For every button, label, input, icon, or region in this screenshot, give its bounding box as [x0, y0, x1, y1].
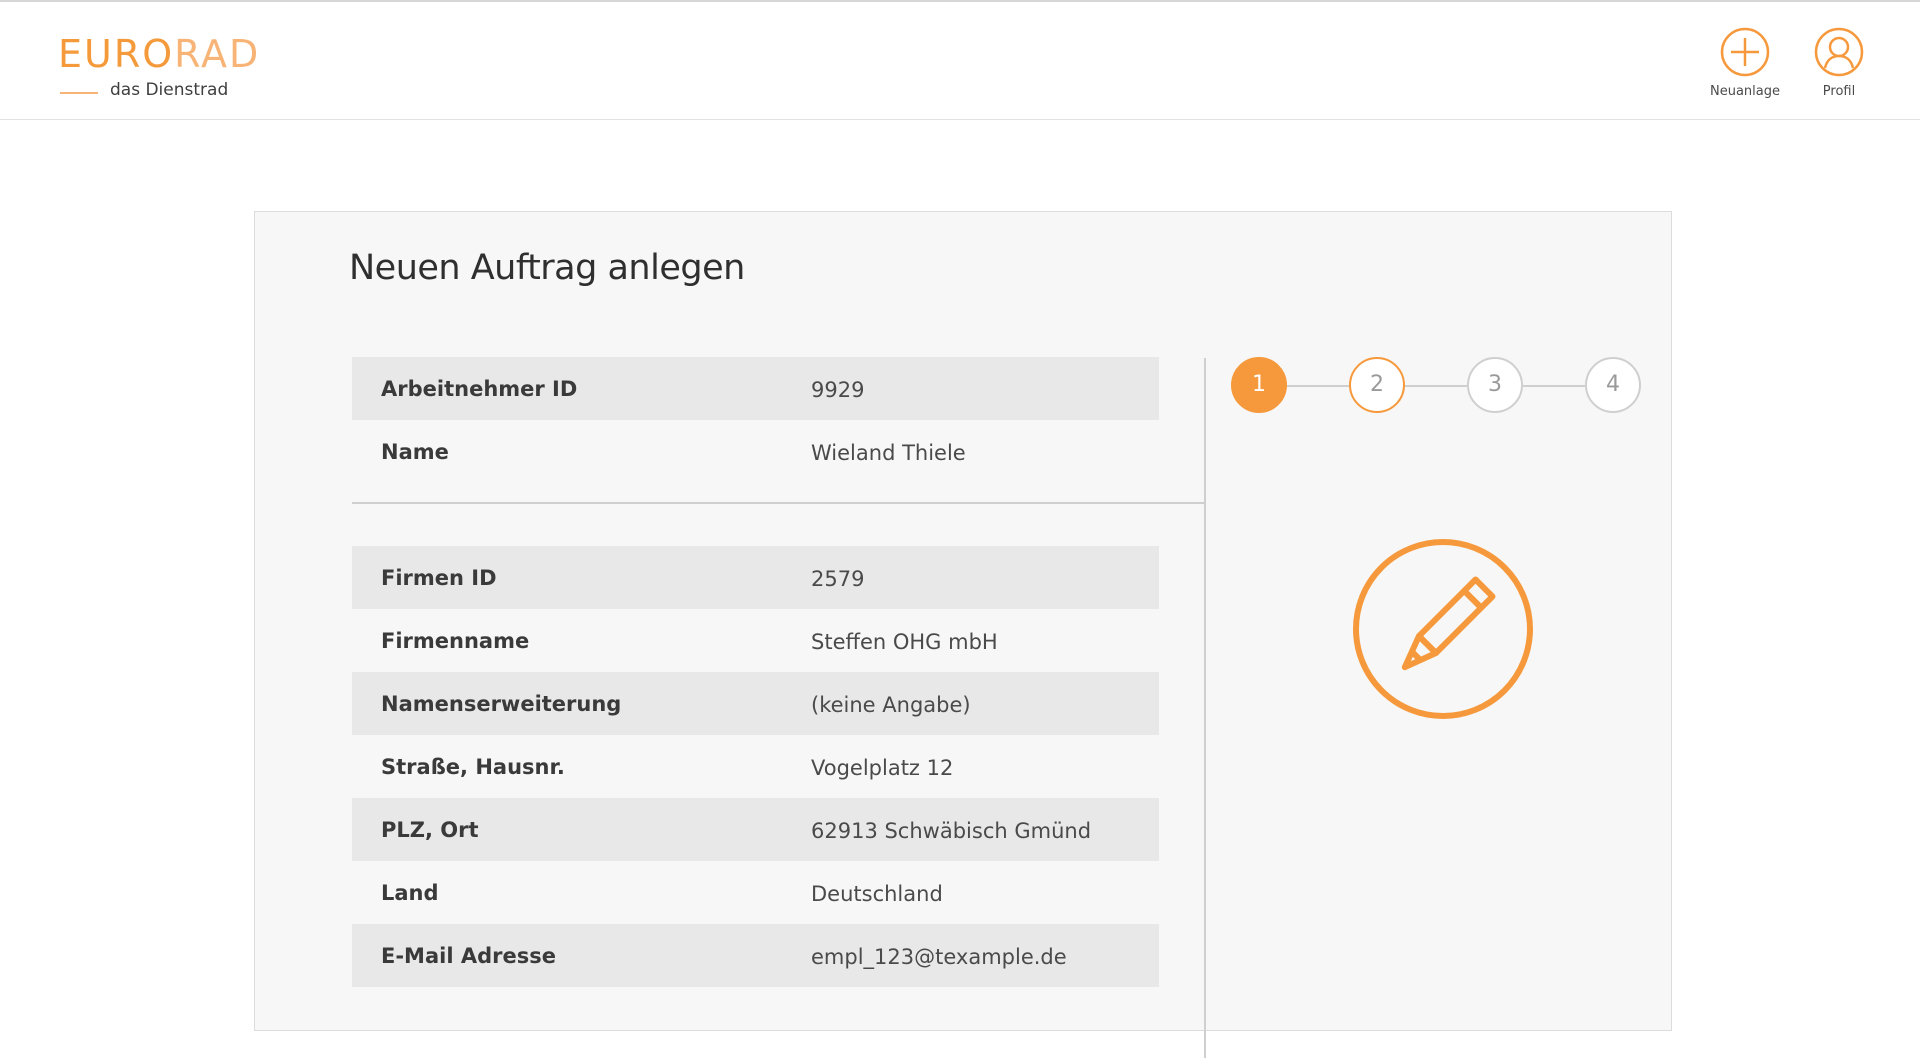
field-value: Deutschland [811, 882, 943, 906]
profil-label: Profil [1822, 84, 1856, 99]
logo-wordmark: EURORAD [58, 32, 260, 76]
field-label: Name [381, 440, 449, 464]
field-label: Arbeitnehmer ID [381, 377, 578, 401]
new-order-card: Neuen Auftrag anlegen Arbeitnehmer ID 99… [254, 211, 1672, 1058]
field-label: Firmen ID [381, 566, 497, 590]
step-3[interactable]: 3 [1467, 357, 1523, 413]
field-value: 2579 [811, 567, 865, 591]
table-row: Firmen ID 2579 [352, 546, 1159, 609]
plus-circle-icon [1720, 27, 1770, 77]
table-row: Arbeitnehmer ID 9929 [352, 357, 1159, 420]
field-value: Vogelplatz 12 [811, 756, 954, 780]
field-label: Namenserweiterung [381, 692, 622, 716]
table-row: Name Wieland Thiele [352, 420, 1159, 483]
field-label: Firmenname [381, 629, 530, 653]
field-label: Land [381, 881, 439, 905]
step-4[interactable]: 4 [1585, 357, 1641, 413]
field-value: empl_123@texample.de [811, 945, 1067, 969]
column-divider [1204, 358, 1206, 1058]
progress-stepper: 1 2 3 4 [1231, 357, 1651, 417]
top-bar: EURORAD das Dienstrad Neuanlage Profil [0, 0, 1920, 120]
table-row: Straße, Hausnr. Vogelplatz 12 [352, 735, 1159, 798]
company-table: Firmen ID 2579 Firmenname Steffen OHG mb… [352, 546, 1159, 987]
logo-wordmark-bold: EURO [58, 32, 175, 76]
profil-button[interactable]: Profil [1784, 26, 1894, 99]
page-title: Neuen Auftrag anlegen [349, 248, 745, 288]
user-circle-icon [1814, 27, 1864, 77]
pencil-edit-icon [1353, 539, 1533, 719]
logo-tagline: das Dienstrad [110, 80, 229, 100]
table-row: Land Deutschland [352, 861, 1159, 924]
step-connector [1405, 385, 1467, 387]
section-divider [352, 502, 1205, 504]
step-connector [1523, 385, 1585, 387]
table-row: E-Mail Adresse empl_123@texample.de [352, 924, 1159, 987]
eurorad-logo[interactable]: EURORAD das Dienstrad [58, 32, 260, 100]
field-label: PLZ, Ort [381, 818, 479, 842]
employee-table: Arbeitnehmer ID 9929 Name Wieland Thiele [352, 357, 1159, 483]
field-label: E-Mail Adresse [381, 944, 556, 968]
logo-wordmark-thin: RAD [174, 32, 261, 76]
table-row: PLZ, Ort 62913 Schwäbisch Gmünd [352, 798, 1159, 861]
field-value: 62913 Schwäbisch Gmünd [811, 819, 1092, 843]
step-2[interactable]: 2 [1349, 357, 1405, 413]
field-value: 9929 [811, 378, 865, 402]
step-1[interactable]: 1 [1231, 357, 1287, 413]
table-row: Namenserweiterung (keine Angabe) [352, 672, 1159, 735]
step-connector [1287, 385, 1349, 387]
field-value: (keine Angabe) [811, 693, 971, 717]
table-row: Firmenname Steffen OHG mbH [352, 609, 1159, 672]
field-label: Straße, Hausnr. [381, 755, 565, 779]
field-value: Steffen OHG mbH [811, 630, 998, 654]
logo-underline [60, 92, 98, 94]
field-value: Wieland Thiele [811, 441, 966, 465]
